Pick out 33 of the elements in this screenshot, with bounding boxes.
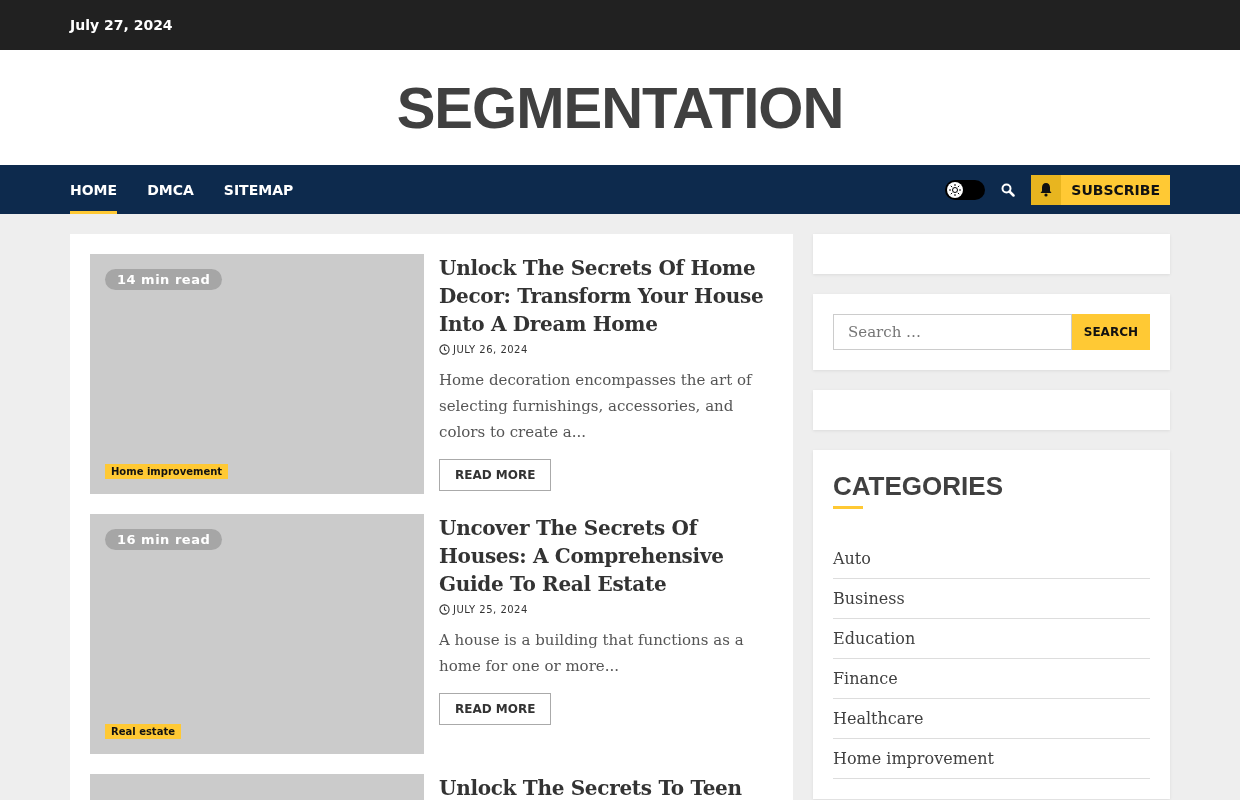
date-text: July 27, 2024 <box>70 17 173 33</box>
post-date: JULY 25, 2024 <box>453 604 528 615</box>
category-link[interactable]: Healthcare <box>833 699 1150 739</box>
read-more-button[interactable]: READ MORE <box>439 693 552 725</box>
clock-icon <box>439 344 450 355</box>
category-link[interactable]: Home improvement <box>833 739 1150 779</box>
post-excerpt: A house is a building that functions as a home for one or more... <box>439 630 745 677</box>
search-field[interactable]: Search … <box>833 314 1072 350</box>
read-time-badge: 14 min read <box>105 269 223 290</box>
category-link[interactable]: Business <box>833 579 1150 619</box>
widget-heading: CATEGORIES <box>833 470 1003 502</box>
search-button[interactable] <box>1001 182 1016 197</box>
post-title[interactable]: Unlock The Secrets To Teen <box>439 774 742 800</box>
nav-link[interactable]: HOME <box>70 165 118 214</box>
bell-icon <box>1031 174 1062 205</box>
category-tag[interactable]: Home improvement <box>105 464 229 479</box>
search-submit-button[interactable]: SEARCH <box>1071 314 1150 350</box>
theme-toggle[interactable] <box>945 179 986 200</box>
read-time-badge: 16 min read <box>105 529 223 550</box>
read-more-button[interactable]: READ MORE <box>439 459 552 491</box>
category-link[interactable]: Education <box>833 619 1150 659</box>
post-title[interactable]: Uncover The Secrets Of Houses: A Comprehensive Guide To Real Estate <box>439 514 773 598</box>
category-link[interactable]: Auto <box>833 539 1150 579</box>
post-date: JULY 26, 2024 <box>453 344 528 355</box>
clock-icon <box>439 604 450 615</box>
nav-link[interactable]: DMCA <box>147 165 194 214</box>
category-tag[interactable]: Real estate <box>105 724 181 739</box>
category-link[interactable]: Finance <box>833 659 1150 699</box>
sun-icon <box>947 181 964 198</box>
post-excerpt: Home decoration encompasses the art of selecting furnishings, accessories, and colors to create a... <box>439 370 754 443</box>
subscribe-button[interactable]: SUBSCRIBE <box>1031 174 1170 205</box>
post-title[interactable]: Unlock The Secrets Of Home Decor: Transform Your House Into A Dream Home <box>439 254 773 338</box>
nav-link[interactable]: SITEMAP <box>223 165 294 214</box>
